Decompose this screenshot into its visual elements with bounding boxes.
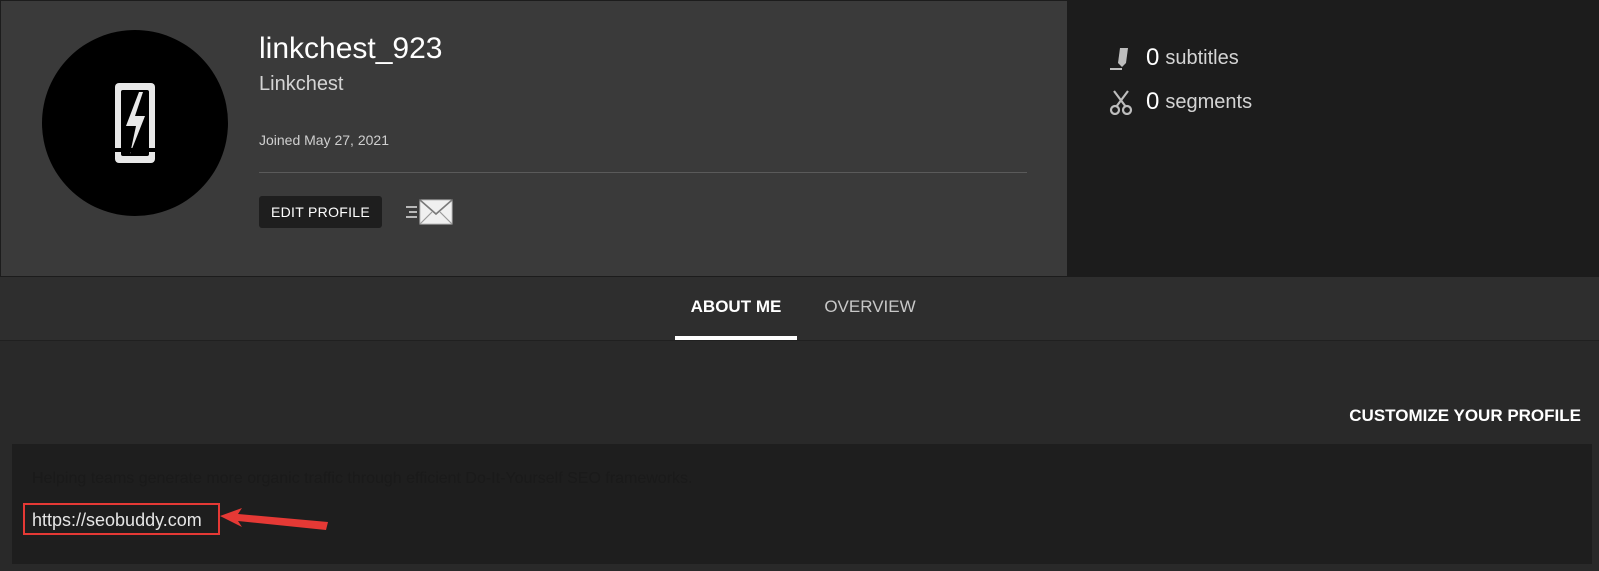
tab-about-me-label: ABOUT ME — [690, 297, 782, 316]
subtitles-count: 0 — [1146, 44, 1160, 71]
tab-bar — [0, 277, 1599, 341]
customize-profile-link[interactable]: CUSTOMIZE YOUR PROFILE — [1349, 406, 1581, 426]
annotation-arrow-icon — [220, 508, 332, 537]
active-tab-indicator — [675, 336, 797, 340]
username: linkchest_923 — [259, 32, 443, 65]
about-me-panel — [12, 444, 1592, 564]
edit-profile-button[interactable]: EDIT PROFILE — [259, 196, 383, 228]
display-name: Linkchest — [259, 73, 344, 95]
link-highlight-annotation — [23, 503, 220, 535]
stat-subtitles: 0 subtitles — [1108, 44, 1239, 72]
scissors-icon — [1108, 89, 1134, 116]
bio-text: Helping teams generate more organic traf… — [32, 470, 693, 487]
stats-panel — [1068, 0, 1599, 277]
avatar — [42, 30, 228, 216]
tab-overview[interactable]: OVERVIEW — [810, 277, 930, 340]
divider — [259, 172, 1027, 173]
pencil-icon — [1108, 45, 1134, 71]
tab-about-me[interactable]: ABOUT ME — [675, 277, 797, 340]
segments-label: segments — [1165, 90, 1253, 113]
lightning-logo-icon — [113, 83, 157, 163]
subtitles-label: subtitles — [1165, 46, 1239, 69]
stat-segments: 0 segments — [1108, 88, 1252, 116]
segments-count: 0 — [1146, 88, 1160, 115]
joined-date: Joined May 27, 2021 — [259, 132, 389, 148]
send-message-icon[interactable] — [406, 197, 454, 232]
